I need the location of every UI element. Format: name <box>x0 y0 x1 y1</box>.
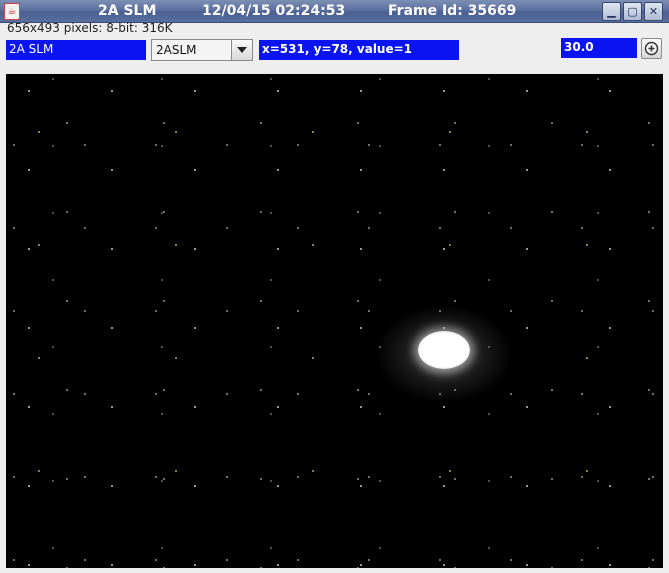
chevron-down-icon <box>237 47 247 53</box>
window-title-frame-id: Frame Id: 35669 <box>388 3 517 19</box>
cursor-readout-field: x=531, y=78, value=1 <box>259 40 459 60</box>
minimize-icon: ▁ <box>607 5 616 18</box>
zoom-in-icon <box>644 41 659 56</box>
java-app-icon: ☕ <box>4 3 20 20</box>
close-icon: ✕ <box>648 5 659 18</box>
camera-image-view[interactable] <box>6 74 663 568</box>
beam-spot <box>418 331 470 369</box>
camera-name-field: 2A SLM <box>6 40 146 60</box>
scale-input[interactable]: 30.0 <box>561 38 637 58</box>
window-title-name: 2A SLM <box>98 3 157 19</box>
camera-select-dropdown-button[interactable] <box>231 40 252 60</box>
close-button[interactable]: ✕ <box>644 2 663 21</box>
minimize-button[interactable]: ▁ <box>602 2 621 21</box>
window-title-bar[interactable]: ☕ 2A SLM 12/04/15 02:24:53 Frame Id: 356… <box>0 0 669 23</box>
maximize-icon: ▢ <box>627 5 638 18</box>
window-title-timestamp: 12/04/15 02:24:53 <box>202 3 346 19</box>
camera-select[interactable]: 2ASLM <box>151 39 253 61</box>
zoom-button[interactable] <box>641 38 662 59</box>
image-info-text: 656x493 pixels: 8-bit: 316K <box>7 21 173 35</box>
maximize-button[interactable]: ▢ <box>623 2 642 21</box>
camera-select-value: 2ASLM <box>156 43 197 57</box>
